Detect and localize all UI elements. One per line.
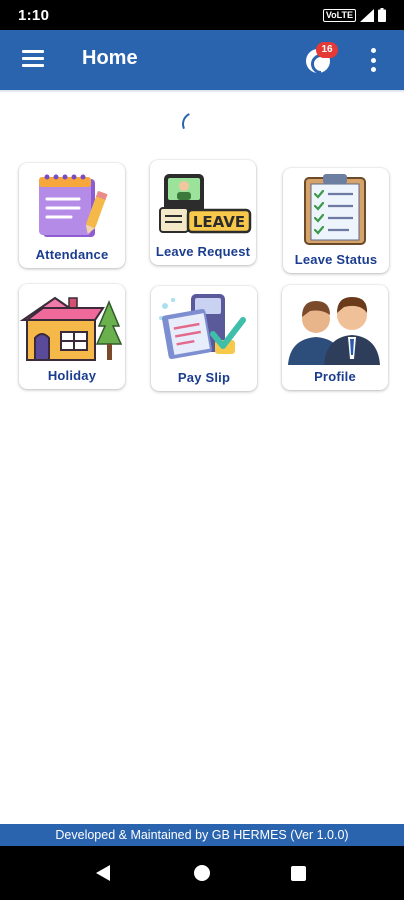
payslip-icon <box>159 294 246 360</box>
leave-request-icon: LEAVE <box>159 174 252 234</box>
tile-label: Attendance <box>35 247 109 262</box>
tile-holiday[interactable]: Holiday <box>19 284 125 389</box>
app-bar: Home 16 <box>0 30 404 90</box>
tile-label: Holiday <box>47 368 97 383</box>
phone-screen: 1:10 VoLTE Home 16 Attendance LEAVE Leav… <box>0 0 404 900</box>
clipboard-checklist-icon <box>304 174 366 245</box>
status-time: 1:10 <box>18 6 50 24</box>
tile-leave-status[interactable]: Leave Status <box>283 168 389 273</box>
tile-label: Profile <box>314 369 356 384</box>
notification-count-badge: 16 <box>316 42 338 58</box>
hamburger-menu-icon[interactable] <box>22 50 44 68</box>
status-bar: 1:10 VoLTE <box>0 0 404 30</box>
system-nav-bar <box>0 846 404 900</box>
home-icon[interactable] <box>194 865 210 881</box>
page-title: Home <box>82 47 138 69</box>
tile-pay-slip[interactable]: Pay Slip <box>151 286 257 391</box>
status-icons: VoLTE <box>322 8 386 22</box>
tile-label: Pay Slip <box>177 370 231 385</box>
app-bar-shadow <box>0 90 404 93</box>
signal-icon <box>360 8 374 22</box>
house-icon <box>19 296 123 361</box>
tile-profile[interactable]: Profile <box>282 285 388 390</box>
svg-text:LEAVE: LEAVE <box>193 213 245 231</box>
more-vertical-icon[interactable] <box>368 48 378 72</box>
volte-icon: VoLTE <box>322 8 356 22</box>
footer-credits: Developed & Maintained by GB HERMES (Ver… <box>0 824 404 846</box>
notepad-icon <box>39 174 108 237</box>
spinner-icon <box>178 108 210 140</box>
tile-label: Leave Status <box>294 252 378 267</box>
back-icon[interactable] <box>96 865 110 881</box>
people-icon <box>288 297 380 365</box>
tile-label: Leave Request <box>155 244 251 259</box>
recents-icon[interactable] <box>291 866 306 881</box>
notification-button[interactable]: 16 <box>306 42 338 73</box>
tile-leave-request[interactable]: LEAVE Leave Request <box>150 160 256 265</box>
tile-attendance[interactable]: Attendance <box>19 163 125 268</box>
battery-icon <box>378 8 386 22</box>
